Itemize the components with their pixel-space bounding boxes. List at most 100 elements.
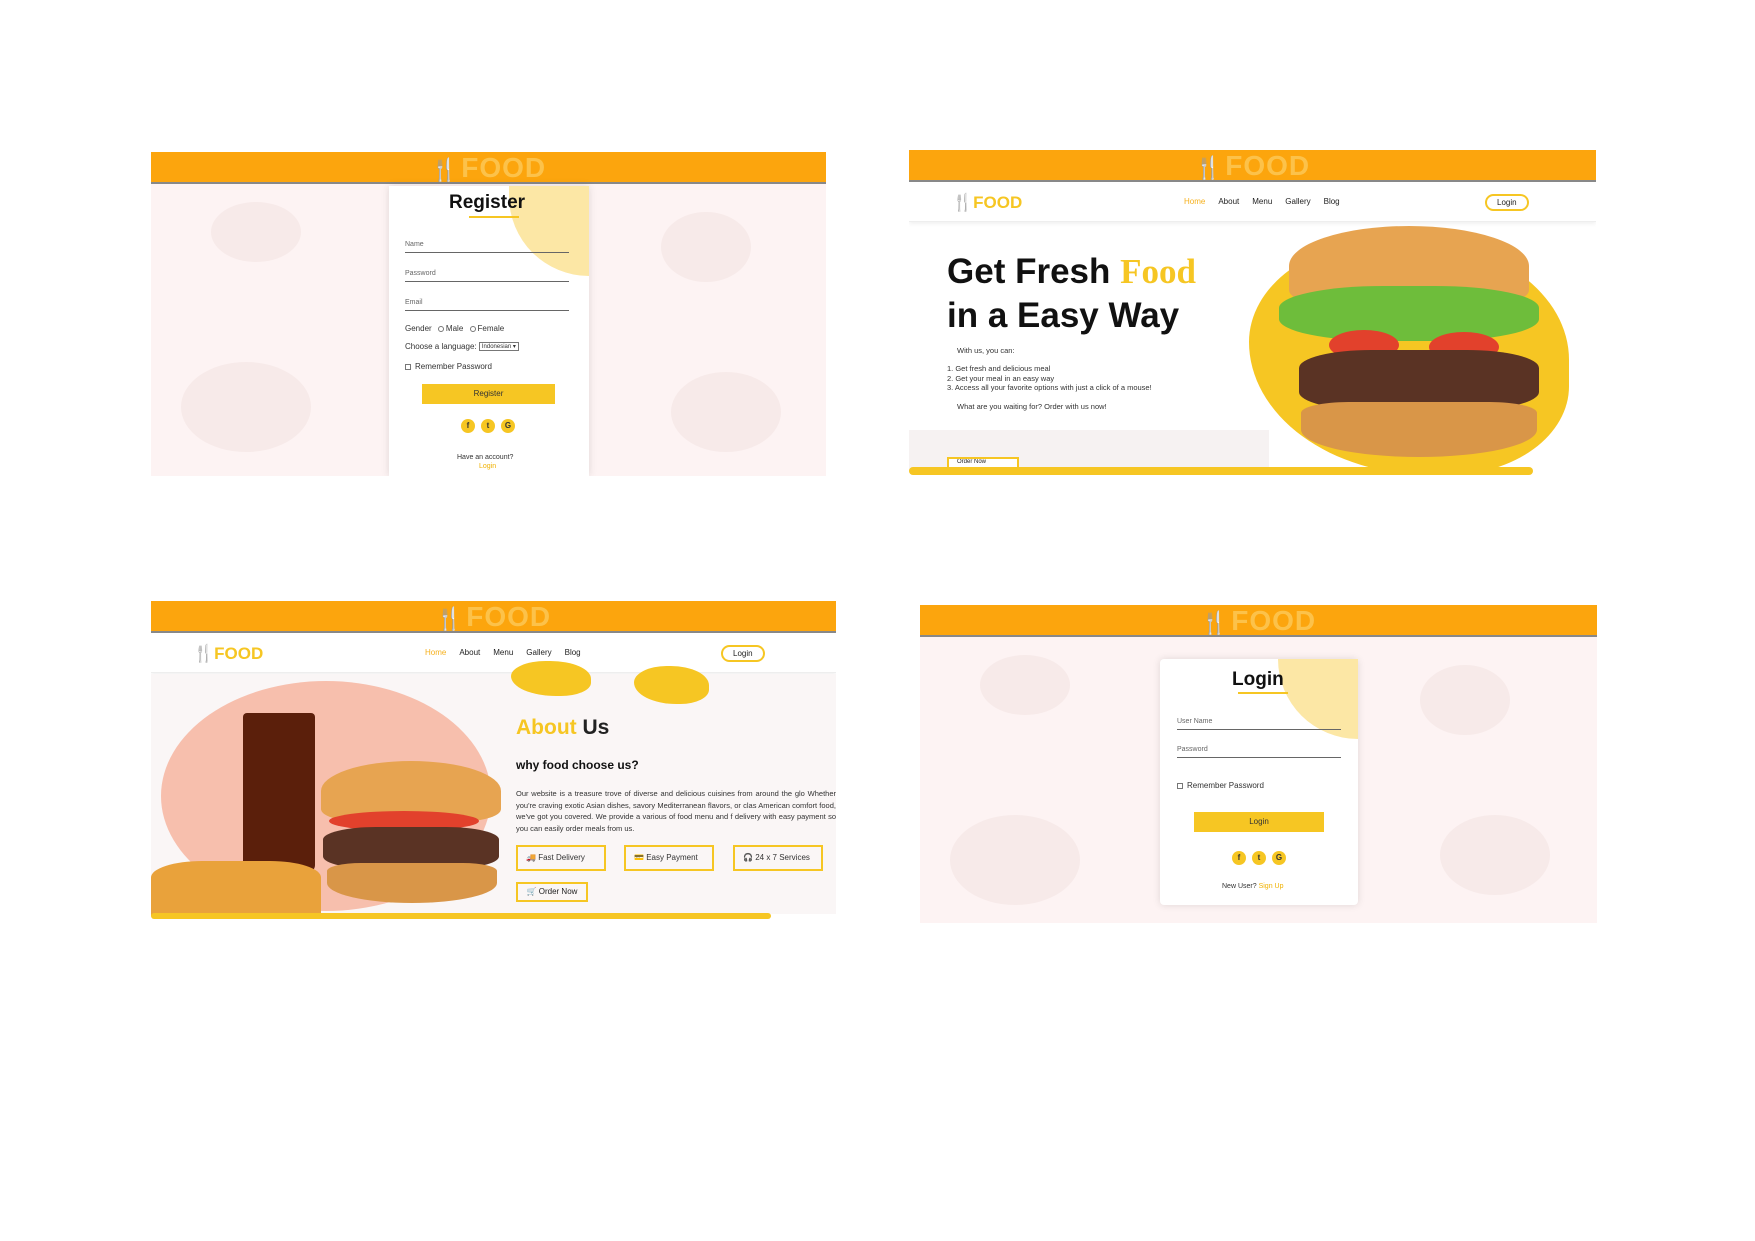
top-banner: 🍴FOOD	[920, 605, 1597, 637]
username-field[interactable]: User Name	[1177, 718, 1341, 730]
login-link[interactable]: Login	[479, 463, 496, 470]
remember-row: Remember Password	[1177, 781, 1264, 790]
scroll-progress-bar	[909, 467, 1533, 475]
fork-icon: 🍴	[435, 606, 465, 631]
password-field[interactable]: Password	[405, 270, 569, 282]
top-banner: 🍴FOOD	[909, 150, 1596, 182]
hotdog-doodle	[211, 202, 301, 262]
about-title: About Us	[516, 716, 610, 739]
new-user-text: New User?	[1222, 883, 1257, 890]
cola-glass	[243, 713, 315, 873]
order-now-button[interactable]: 🛒 Order Now	[516, 882, 588, 902]
remember-label: Remember Password	[1187, 781, 1264, 790]
cart-icon: 🛒	[526, 887, 537, 896]
name-field[interactable]: Name	[405, 241, 569, 253]
new-user-row: New User? Sign Up	[1222, 883, 1283, 890]
banner-logo: 🍴FOOD	[1200, 605, 1317, 636]
pizza-doodle	[1420, 665, 1510, 735]
burger-bottom-bun	[1301, 402, 1537, 457]
burger-doodle	[950, 815, 1080, 905]
nav-home[interactable]: Home	[1184, 197, 1205, 206]
lasagna-doodle	[1440, 815, 1550, 895]
email-field[interactable]: Email	[405, 299, 569, 311]
feature-easy-payment: 💳 Easy Payment	[624, 845, 714, 871]
truck-icon: 🚚	[526, 853, 536, 862]
nav-logo[interactable]: 🍴FOOD	[193, 644, 263, 664]
login-screenshot: 🍴FOOD Login User Name Password Remember …	[920, 605, 1597, 923]
feature-24x7-services: 🎧 24 x 7 Services	[733, 845, 823, 871]
nav-gallery[interactable]: Gallery	[526, 648, 551, 657]
twitter-icon[interactable]: t	[1252, 851, 1266, 865]
navbar: 🍴FOOD Home About Menu Gallery Blog Login	[151, 635, 836, 673]
fork-icon: 🍴	[1200, 610, 1230, 635]
login-button[interactable]: Login	[721, 645, 765, 662]
hotdog-doodle	[980, 655, 1070, 715]
nav-menu: Home About Menu Gallery Blog	[425, 648, 594, 657]
login-card: Login User Name Password Remember Passwo…	[1160, 659, 1358, 905]
twitter-icon[interactable]: t	[481, 419, 495, 433]
nav-menu: Home About Menu Gallery Blog	[1184, 197, 1353, 206]
have-account-text: Have an account?	[457, 454, 514, 461]
login-submit-button[interactable]: Login	[1194, 812, 1324, 832]
gender-label: Gender	[405, 324, 432, 333]
home-screenshot: 🍴FOOD 🍴FOOD Home About Menu Gallery Blog Log…	[909, 150, 1596, 475]
male-label: Male	[445, 324, 464, 333]
banner-logo: 🍴FOOD	[430, 152, 547, 183]
language-select[interactable]: Indonesian ▾	[478, 342, 519, 352]
nav-menu-item[interactable]: Menu	[493, 648, 513, 657]
banner-logo: 🍴FOOD	[1194, 150, 1311, 181]
title-underline	[469, 216, 519, 218]
remember-row: Remember Password	[405, 362, 492, 371]
nav-about[interactable]: About	[459, 648, 480, 657]
gender-row: Gender Male Female	[405, 324, 504, 333]
feature-fast-delivery: 🚚 Fast Delivery	[516, 845, 606, 871]
register-card: Register Name Password Email Gender Male…	[389, 186, 589, 476]
headset-icon: 🎧	[743, 853, 753, 862]
nav-blog[interactable]: Blog	[1324, 197, 1340, 206]
top-banner: 🍴FOOD	[151, 152, 826, 184]
banner-logo: 🍴FOOD	[435, 601, 552, 632]
fork-icon: 🍴	[430, 157, 460, 182]
male-radio[interactable]	[437, 325, 444, 332]
login-title: Login	[1232, 669, 1284, 690]
burger-bottom-bun	[327, 863, 497, 903]
fork-icon: 🍴	[1194, 155, 1224, 180]
hero-cta-text: What are you waiting for? Order with us …	[957, 402, 1107, 411]
burger-doodle	[181, 362, 311, 452]
burger-patty	[1299, 350, 1539, 410]
nav-menu-item[interactable]: Menu	[1252, 197, 1272, 206]
register-screenshot: 🍴FOOD Register Name Password Email Gende…	[151, 152, 826, 476]
nav-gallery[interactable]: Gallery	[1285, 197, 1310, 206]
female-label: Female	[477, 324, 505, 333]
scroll-progress-bar	[151, 913, 771, 919]
language-label: Choose a language:	[405, 342, 477, 351]
nav-blog[interactable]: Blog	[565, 648, 581, 657]
nav-home[interactable]: Home	[425, 648, 446, 657]
nav-about[interactable]: About	[1218, 197, 1239, 206]
about-subtitle: why food choose us?	[516, 758, 639, 772]
burger-lettuce	[1279, 286, 1539, 341]
nav-logo[interactable]: 🍴FOOD	[952, 193, 1022, 213]
register-button[interactable]: Register	[422, 384, 555, 404]
register-title: Register	[449, 192, 526, 213]
female-radio[interactable]	[469, 325, 476, 332]
navbar: 🍴FOOD Home About Menu Gallery Blog Login	[909, 184, 1596, 222]
signup-link[interactable]: Sign Up	[1259, 883, 1284, 890]
pizza-doodle	[661, 212, 751, 282]
remember-label: Remember Password	[415, 362, 492, 371]
remember-checkbox[interactable]	[1177, 782, 1183, 789]
google-icon[interactable]: G	[501, 419, 515, 433]
lasagna-doodle	[671, 372, 781, 452]
fries-plate	[151, 861, 321, 916]
title-underline	[1238, 692, 1288, 694]
password-field[interactable]: Password	[1177, 746, 1341, 758]
google-icon[interactable]: G	[1272, 851, 1286, 865]
remember-checkbox[interactable]	[405, 363, 411, 370]
card-icon: 💳	[634, 853, 644, 862]
hero-title: Get Fresh Food in a Easy Way	[947, 252, 1196, 335]
hero-intro: With us, you can:	[957, 346, 1015, 355]
login-button[interactable]: Login	[1485, 194, 1529, 211]
language-row: Choose a language: Indonesian ▾	[405, 342, 519, 352]
facebook-icon[interactable]: f	[461, 419, 475, 433]
facebook-icon[interactable]: f	[1232, 851, 1246, 865]
